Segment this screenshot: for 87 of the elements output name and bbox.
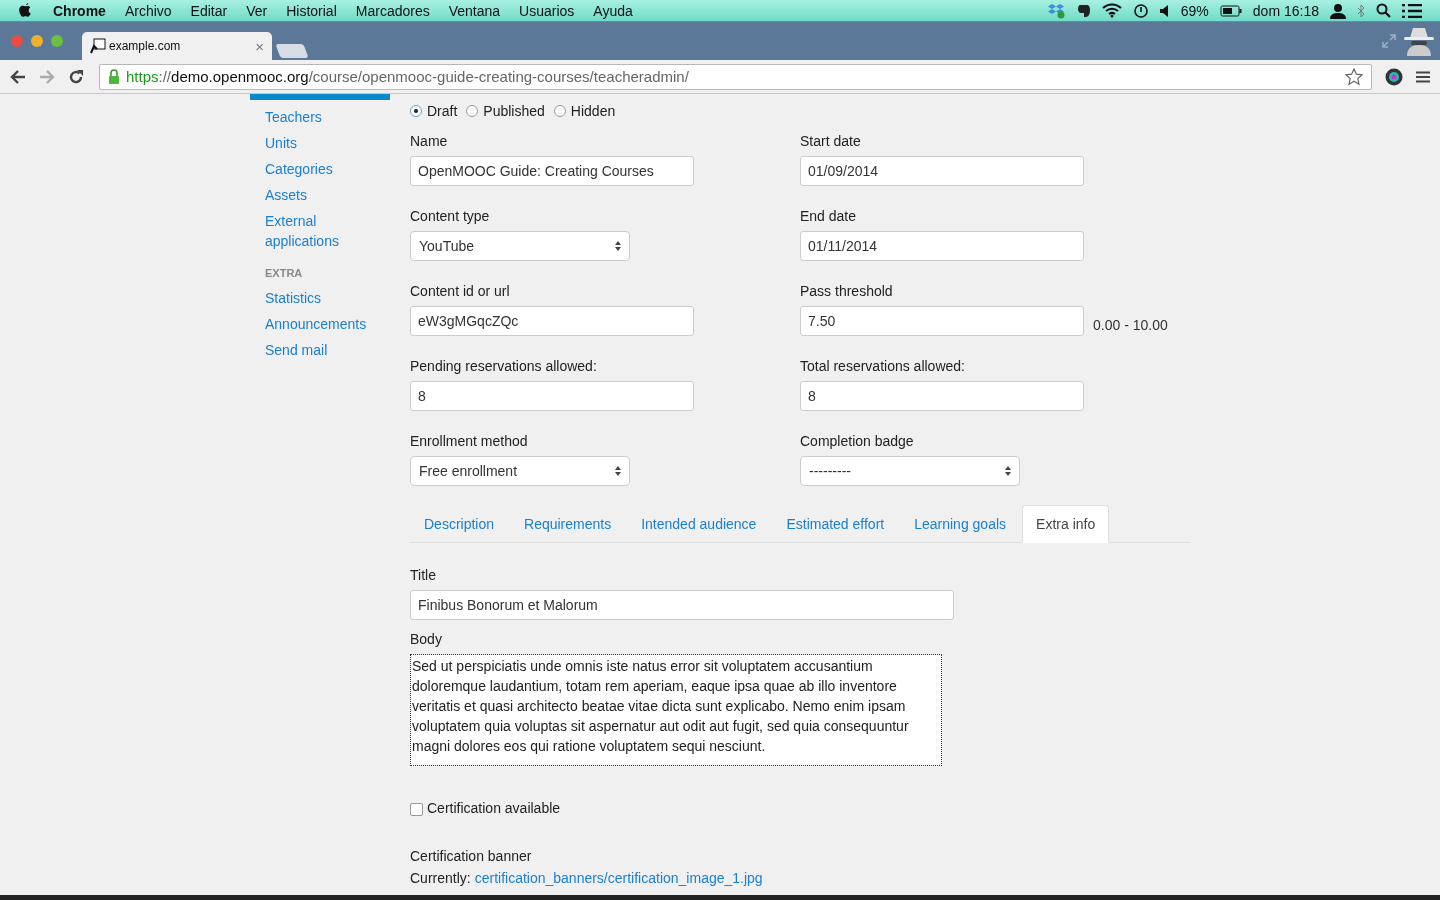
range-hint: 0.00 - 10.00 xyxy=(1093,317,1168,333)
updown-icon xyxy=(615,465,621,477)
star-icon[interactable] xyxy=(1345,67,1363,86)
battery-icon[interactable] xyxy=(1219,4,1242,17)
field-label: Name xyxy=(410,132,449,151)
select-field[interactable]: YouTube xyxy=(410,231,630,261)
wifi-icon[interactable] xyxy=(1101,3,1122,18)
sidebar-link[interactable]: Announcements xyxy=(250,314,375,334)
input-field[interactable]: Finibus Bonorum et Malorum xyxy=(410,590,954,620)
clock-text[interactable]: dom 16:18 xyxy=(1252,2,1319,19)
file-link[interactable]: certification_banners/certification_image_1.jpg xyxy=(474,870,763,886)
input-field[interactable]: 01/11/2014 xyxy=(800,231,1084,261)
bluetooth-icon[interactable] xyxy=(1357,3,1365,18)
list-icon[interactable] xyxy=(1402,3,1422,18)
radio-button[interactable] xyxy=(553,105,566,117)
clock-icon[interactable] xyxy=(1132,2,1149,19)
input-field[interactable]: 8 xyxy=(800,381,1084,411)
user-icon[interactable] xyxy=(1330,2,1346,19)
input-field[interactable]: OpenMOOC Guide: Creating Courses xyxy=(410,156,694,186)
menu-item[interactable]: Marcadores xyxy=(355,2,430,19)
field-label: Start date xyxy=(800,132,862,151)
new-tab-button[interactable] xyxy=(275,44,309,58)
reload-icon[interactable] xyxy=(68,68,84,85)
sidebar-link[interactable]: Assets xyxy=(250,185,375,205)
field-label: Completion badge xyxy=(800,432,915,451)
tab[interactable]: Intended audience xyxy=(627,505,771,542)
browser-tab[interactable]: example.com × xyxy=(82,32,272,60)
field-label: Content id or url xyxy=(410,282,511,301)
radio-label: Published xyxy=(483,103,545,119)
input-field[interactable]: eW3gMGqcZQc xyxy=(410,306,694,336)
input-field[interactable]: 01/09/2014 xyxy=(800,156,1084,186)
field-label: Body xyxy=(410,630,442,649)
sidebar-link[interactable]: Categories xyxy=(250,159,375,179)
radio-label: Draft xyxy=(427,103,458,119)
back-icon[interactable] xyxy=(10,69,26,84)
menu-item[interactable]: Ver xyxy=(246,2,268,19)
sidebar-link[interactable]: External applications xyxy=(250,211,375,251)
sidebar-link[interactable]: Teachers xyxy=(250,107,375,127)
sidebar-link[interactable]: Send mail xyxy=(250,340,375,360)
sidebar-link[interactable]: Units xyxy=(250,133,375,153)
checkbox-label: Certification available xyxy=(427,799,561,816)
field-label: Total reservations allowed: xyxy=(800,357,966,376)
sidebar-link[interactable]: Statistics xyxy=(250,288,375,308)
field-label: Pass threshold xyxy=(800,282,894,301)
menu-item[interactable]: Editar xyxy=(190,2,228,19)
tab[interactable]: Learning goals xyxy=(900,505,1021,542)
speaker-icon[interactable] xyxy=(1159,4,1170,17)
menu-item[interactable]: Usuarios xyxy=(519,2,575,19)
tab[interactable]: Extra info xyxy=(1022,505,1110,543)
text-area[interactable]: Sed ut perspiciatis unde omnis iste natus error sit voluptatem accusantium doloremque laudantium, totam rem aperiam, eaque ipsa quae ab illo inventore veritatis et quasi architecto beatae vitae dicta sunt explicabo. Nemo enim ipsam voluptatem quia voluptas sit aspernatur aut odit aut fugit, sed quia consequuntur magni dolores eos qui ratione voluptatem sequi nesciunt. xyxy=(410,654,942,766)
field-label: Content type xyxy=(410,207,491,226)
updown-icon xyxy=(615,240,621,252)
input-field[interactable]: 7.50 xyxy=(800,306,1084,336)
tab[interactable]: Description xyxy=(410,505,509,542)
battery-percent: 69% xyxy=(1180,2,1209,19)
menu-item[interactable]: Chrome xyxy=(53,2,106,19)
current-label: Currently: xyxy=(410,870,471,886)
field-label: Title xyxy=(410,566,436,585)
extension-icon[interactable] xyxy=(1385,67,1403,86)
favicon-icon xyxy=(90,38,106,54)
updown-icon xyxy=(1005,465,1011,477)
field-label: End date xyxy=(800,207,858,226)
radio-label: Hidden xyxy=(570,103,616,119)
select-field[interactable]: Free enrollment xyxy=(410,456,630,486)
radio-button[interactable] xyxy=(410,105,422,117)
select-field[interactable]: --------- xyxy=(800,456,1020,486)
tab[interactable]: Requirements xyxy=(510,505,626,542)
menu-item[interactable]: Ventana xyxy=(448,2,501,19)
apple-icon[interactable] xyxy=(18,2,33,19)
search-icon[interactable] xyxy=(1376,3,1391,18)
checkbox[interactable] xyxy=(410,803,423,816)
address-bar[interactable]: https://demo.openmooc.org/course/openmooc-guide-creating-courses/teacheradmin/ xyxy=(99,63,1372,90)
incognito-icon xyxy=(1402,26,1436,56)
field-label: Pending reservations allowed: xyxy=(410,357,598,376)
radio-button[interactable] xyxy=(466,105,479,117)
dropbox-icon[interactable] xyxy=(1047,2,1066,19)
menu-item[interactable]: Archivo xyxy=(124,2,172,19)
field-label: Certification banner xyxy=(410,847,532,866)
sidebar-heading: EXTRA xyxy=(264,267,304,279)
tab[interactable]: Estimated effort xyxy=(772,505,899,542)
tab-close-button[interactable]: × xyxy=(255,37,264,55)
menu-item[interactable]: Ayuda xyxy=(593,2,633,19)
lock-icon xyxy=(108,69,120,84)
field-label: Enrollment method xyxy=(410,432,529,451)
input-field[interactable]: 8 xyxy=(410,381,694,411)
menu-item[interactable]: Historial xyxy=(286,2,337,19)
menu-icon[interactable] xyxy=(1416,70,1430,83)
